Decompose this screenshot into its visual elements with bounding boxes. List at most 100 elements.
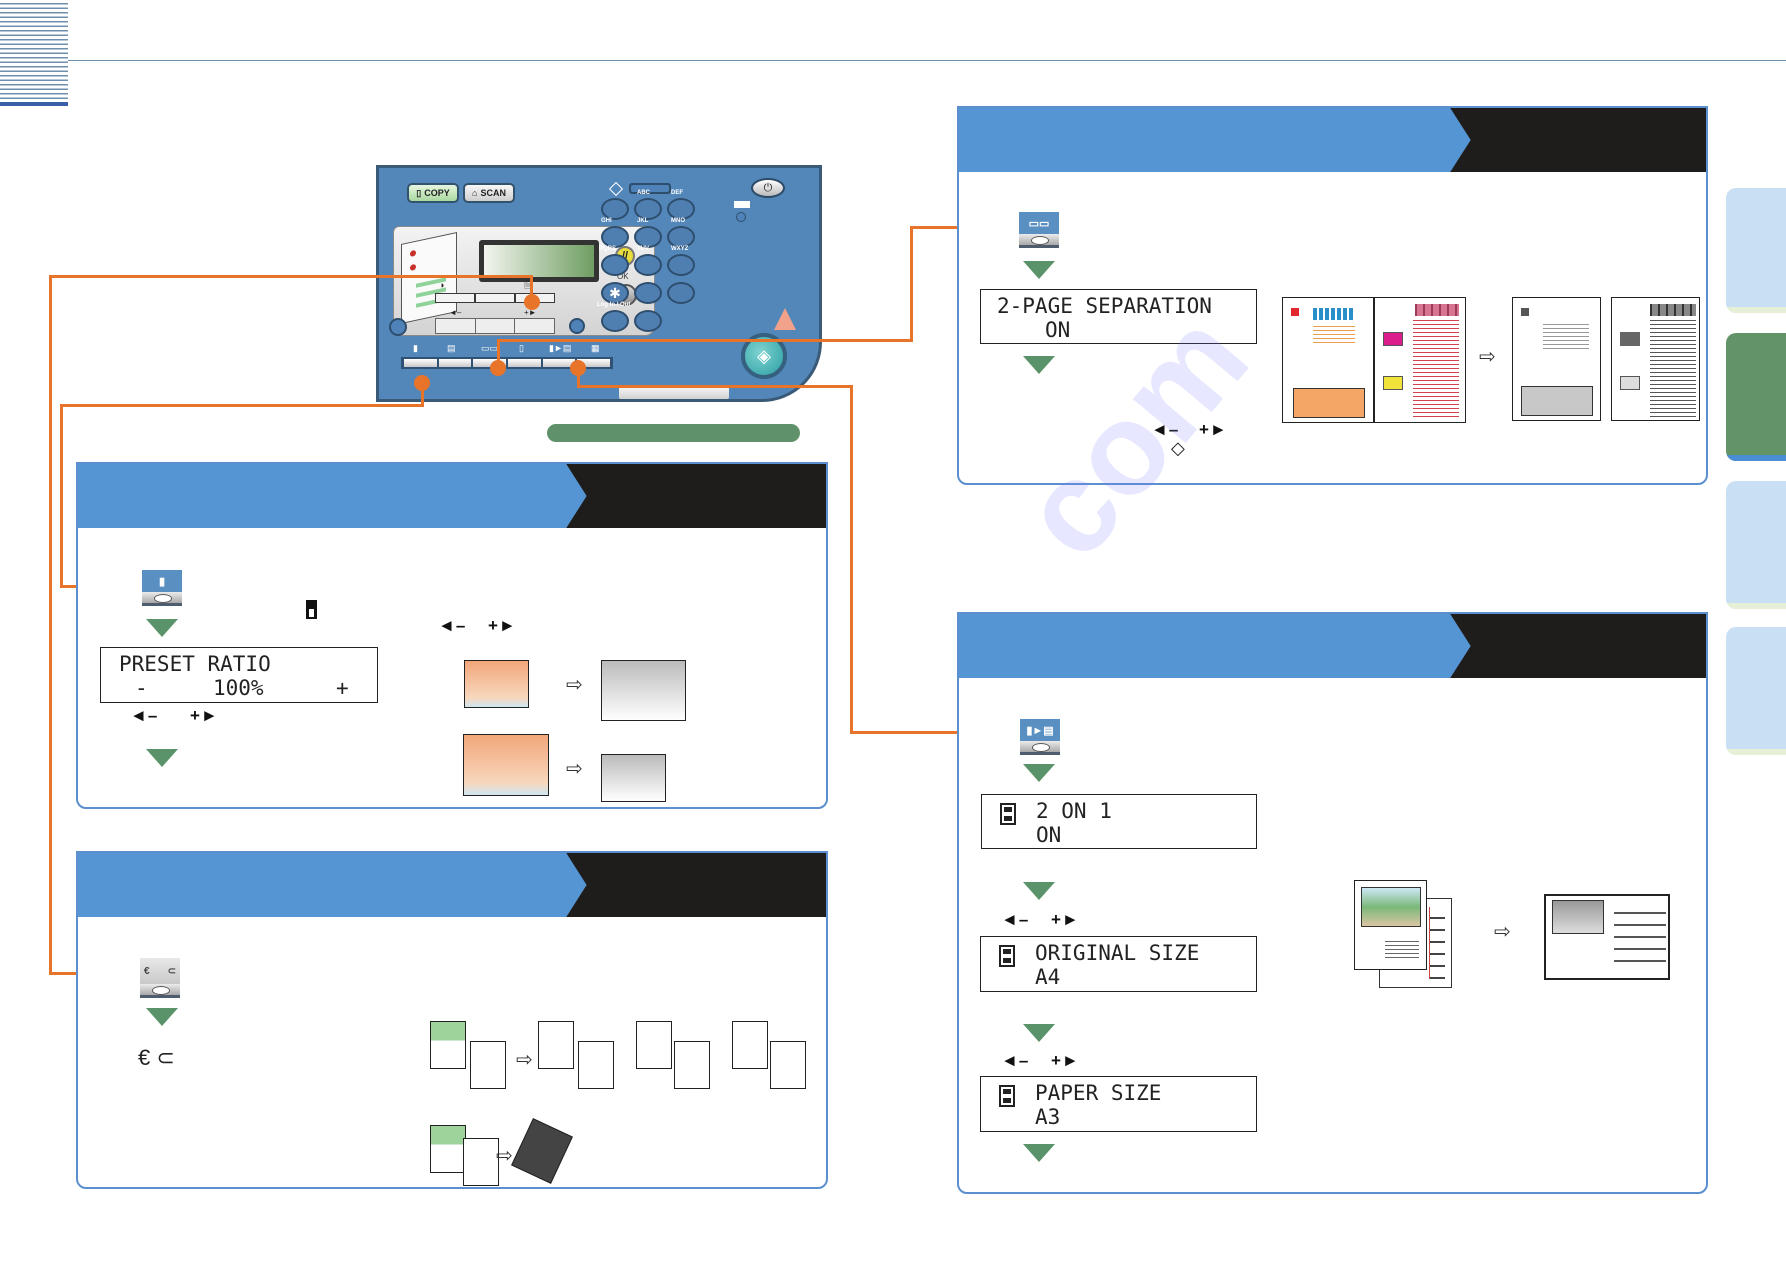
paper-select-icon: ▤ — [447, 343, 456, 353]
plus-key[interactable] — [515, 319, 554, 333]
plus-key-symbol: +► — [488, 616, 517, 635]
connector-dot — [570, 360, 586, 376]
key-8[interactable] — [634, 254, 662, 276]
side-tab-lip — [1726, 749, 1786, 755]
original-sheets — [430, 1125, 466, 1173]
key-star[interactable]: ✱ — [601, 282, 629, 304]
combined-copy — [1544, 894, 1670, 980]
result-arrow-icon: ⇨ — [566, 674, 583, 696]
step-arrow-icon — [146, 749, 178, 767]
key-5[interactable] — [634, 226, 662, 248]
original-image-small — [464, 660, 529, 708]
minus-key[interactable] — [436, 319, 476, 333]
plus-key-symbol: +► — [1051, 1051, 1080, 1070]
panel-caption-bar — [547, 424, 800, 442]
additional-functions-button[interactable] — [389, 318, 407, 336]
key-7[interactable] — [601, 254, 629, 276]
minus-key-symbol: ◄– — [1151, 420, 1180, 439]
step-arrow-icon — [1023, 882, 1055, 900]
side-tab-lip — [1726, 455, 1786, 461]
key-3[interactable] — [667, 198, 695, 220]
stop-key[interactable] — [634, 310, 662, 332]
collated-set — [674, 1041, 710, 1089]
power-button[interactable]: ⏻ — [751, 178, 785, 198]
doc-icon — [999, 945, 1015, 967]
doc-icon — [999, 1085, 1015, 1107]
key-4[interactable] — [601, 226, 629, 248]
image-quality-icon: ▦ — [591, 343, 600, 353]
collated-set — [732, 1021, 768, 1069]
minus-key-symbol: ◄– — [1001, 1051, 1030, 1070]
lcd-display-preset-ratio: PRESET RATIO - 100% + — [100, 647, 378, 703]
collated-set — [578, 1041, 614, 1089]
header-stripe-decoration — [0, 0, 68, 106]
reset-button[interactable] — [569, 318, 585, 334]
two-page-separation-icon: ▭▭ — [481, 343, 499, 353]
minus-key-symbol: ◄– — [1001, 910, 1030, 929]
minus-key-symbol: ◄– — [438, 616, 467, 635]
connector-ratio — [60, 404, 424, 407]
function-key[interactable] — [508, 359, 541, 367]
connector-dot — [414, 375, 430, 391]
two-on-one-key-icon: ▮►▤ — [1020, 719, 1060, 755]
plus-key-symbol: +► — [190, 706, 219, 725]
collate-group-key-icon: € ⊂ — [140, 958, 180, 998]
connector-two-page — [910, 226, 913, 342]
memory-button[interactable] — [736, 212, 746, 222]
grouped-stack — [511, 1118, 573, 1184]
function-key[interactable] — [404, 359, 437, 367]
scan-icon: ⌂ — [472, 188, 478, 198]
collated-set — [538, 1021, 574, 1069]
density-func-icon: ▯ — [519, 343, 524, 353]
two-on-one-icon: ▮►▤ — [549, 343, 572, 353]
side-tab-lip — [1726, 307, 1786, 313]
power-icon: ⏻ — [763, 182, 773, 194]
step-arrow-icon — [1023, 1144, 1055, 1162]
two-page-separation-section: ▭▭ 2-PAGE SEPARATION ON ◄– +► ◇ ⇨ — [957, 106, 1708, 485]
key-6[interactable] — [667, 226, 695, 248]
side-tab-2-active[interactable] — [1726, 333, 1786, 461]
connector-collate — [49, 275, 52, 975]
connector-dot — [524, 294, 540, 310]
control-panel-illustration: ▯ COPY ⌂ SCAN ⏻ // OK ◑ 🗎 ◄– +► ✱ ABC DE… — [376, 165, 822, 402]
key-9[interactable] — [667, 254, 695, 276]
processing-icon — [608, 181, 624, 197]
result-arrow-icon: ⇨ — [1479, 346, 1496, 368]
start-key-symbol: ◇ — [1171, 438, 1185, 458]
key-hash[interactable] — [667, 282, 695, 304]
header-rule — [68, 60, 1786, 61]
step-arrow-icon — [146, 1008, 178, 1026]
key-1[interactable] — [601, 198, 629, 220]
collate-icon: € — [138, 1045, 151, 1070]
density-icon: ◑ — [439, 280, 445, 290]
step-arrow-icon — [1023, 1024, 1055, 1042]
key-0[interactable] — [634, 282, 662, 304]
key-2[interactable] — [634, 198, 662, 220]
processing-indicator — [629, 183, 671, 194]
enlarged-copy-image — [601, 660, 686, 721]
result-arrow-icon: ⇨ — [566, 758, 583, 780]
side-tab-3[interactable] — [1726, 481, 1786, 609]
section-header — [959, 108, 1706, 172]
start-icon: ◈ — [757, 345, 771, 366]
log-in-out-key[interactable] — [601, 310, 629, 332]
side-tab-1[interactable] — [1726, 188, 1786, 313]
copy-mode-button[interactable]: ▯ COPY — [407, 183, 459, 203]
minus-key-symbol: ◄– — [130, 706, 159, 725]
original-sheets — [470, 1041, 506, 1089]
result-arrow-icon: ⇨ — [1494, 921, 1511, 943]
result-arrow-icon: ⇨ — [516, 1049, 533, 1071]
original-sheets — [430, 1021, 466, 1069]
function-key[interactable] — [438, 359, 472, 367]
connector-two-on-one — [850, 385, 853, 732]
collate-section: € ⊂ € ⊂ ⇨ ⇨ — [76, 851, 828, 1189]
scan-mode-button[interactable]: ⌂ SCAN — [463, 183, 515, 203]
side-tab-4[interactable] — [1726, 627, 1786, 755]
copy-icon: ▯ — [416, 187, 422, 198]
ok-key[interactable] — [476, 319, 516, 333]
original-image-large — [463, 734, 549, 796]
original-page-1 — [1354, 880, 1427, 970]
book-right-page — [1374, 297, 1466, 423]
connector-dot — [490, 360, 506, 376]
stop-indicator — [774, 308, 796, 330]
